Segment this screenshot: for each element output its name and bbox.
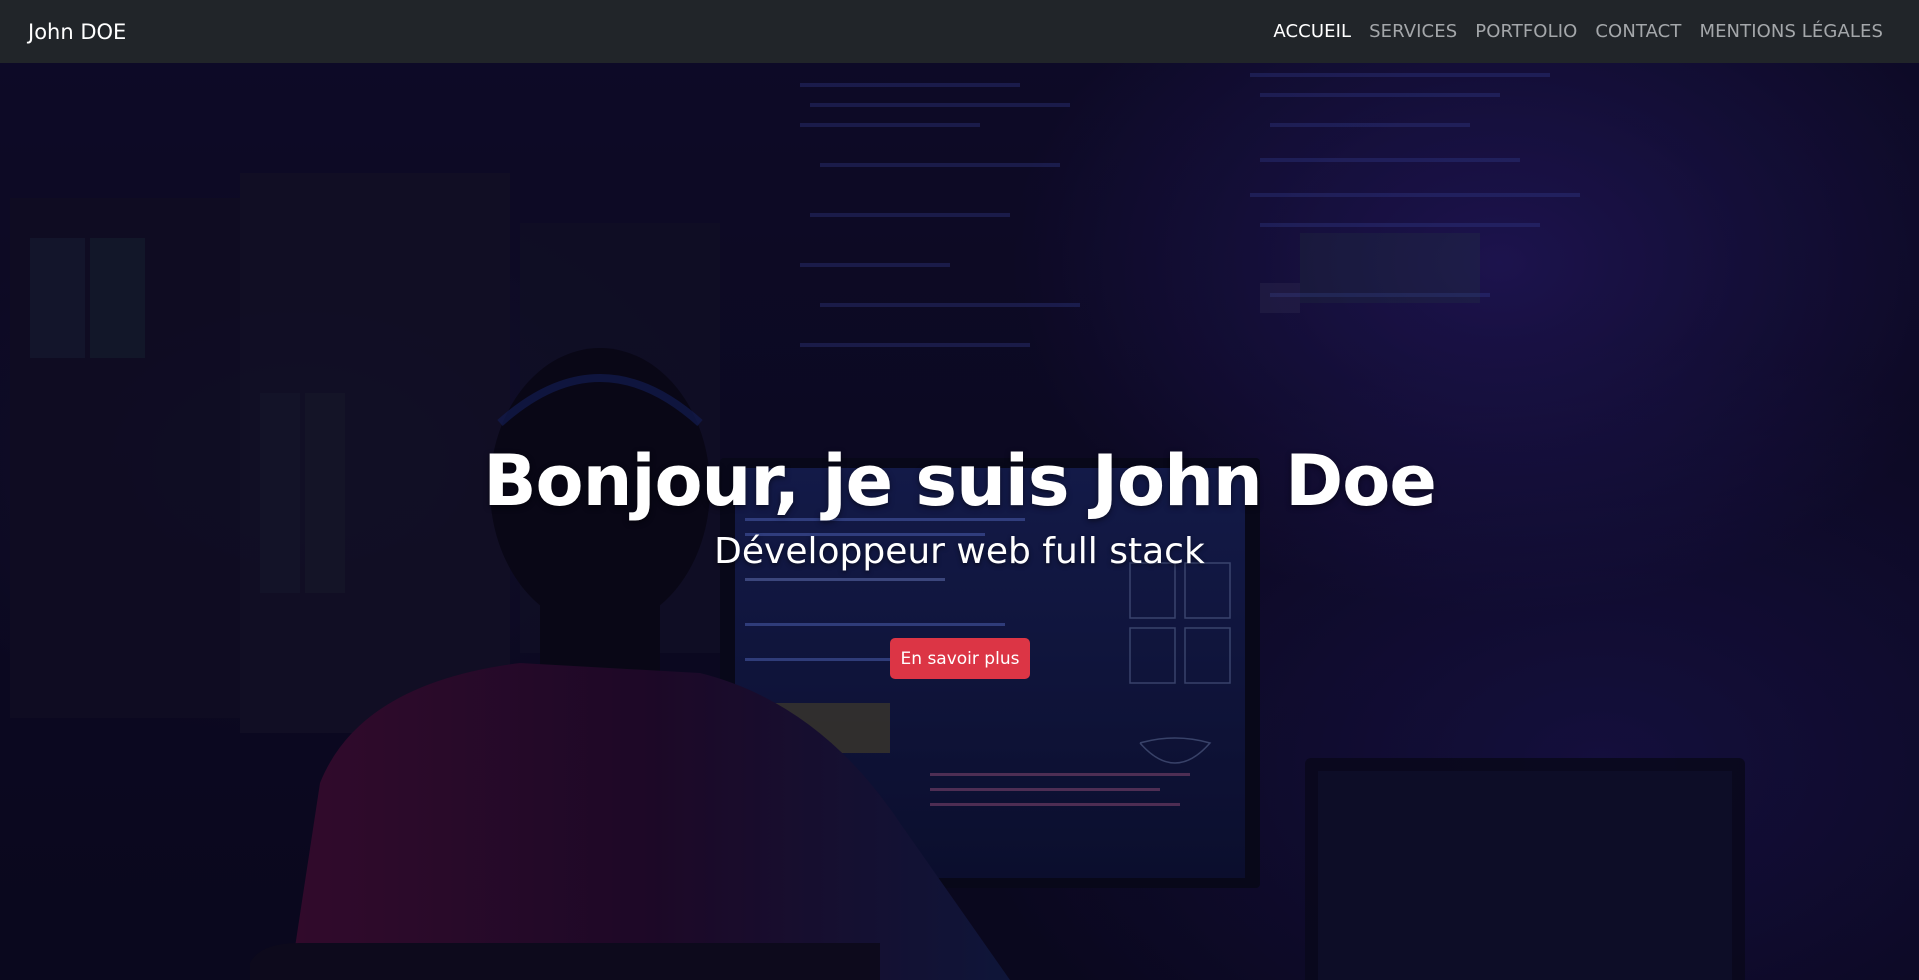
nav-item-mentions-legales: MENTIONS LÉGALES — [1690, 21, 1891, 42]
nav-link-mentions-legales[interactable]: MENTIONS LÉGALES — [1690, 21, 1891, 42]
nav-link-portfolio[interactable]: PORTFOLIO — [1466, 21, 1586, 42]
nav-link-services[interactable]: SERVICES — [1360, 21, 1466, 42]
hero-content: Bonjour, je suis John Doe Développeur we… — [0, 63, 1919, 980]
nav-item-services: SERVICES — [1360, 21, 1466, 42]
nav-menu: ACCUEIL SERVICES PORTFOLIO CONTACT MENTI… — [1264, 21, 1891, 42]
nav-item-accueil: ACCUEIL — [1264, 21, 1360, 42]
nav-link-contact[interactable]: CONTACT — [1586, 21, 1690, 42]
navbar: John DOE ACCUEIL SERVICES PORTFOLIO CONT… — [0, 0, 1919, 63]
hero-subtitle: Développeur web full stack — [714, 531, 1205, 572]
brand-link[interactable]: John DOE — [28, 20, 126, 44]
nav-link-accueil[interactable]: ACCUEIL — [1264, 21, 1360, 42]
hero-title: Bonjour, je suis John Doe — [483, 440, 1437, 522]
nav-item-portfolio: PORTFOLIO — [1466, 21, 1586, 42]
learn-more-button[interactable]: En savoir plus — [890, 638, 1030, 679]
nav-item-contact: CONTACT — [1586, 21, 1690, 42]
